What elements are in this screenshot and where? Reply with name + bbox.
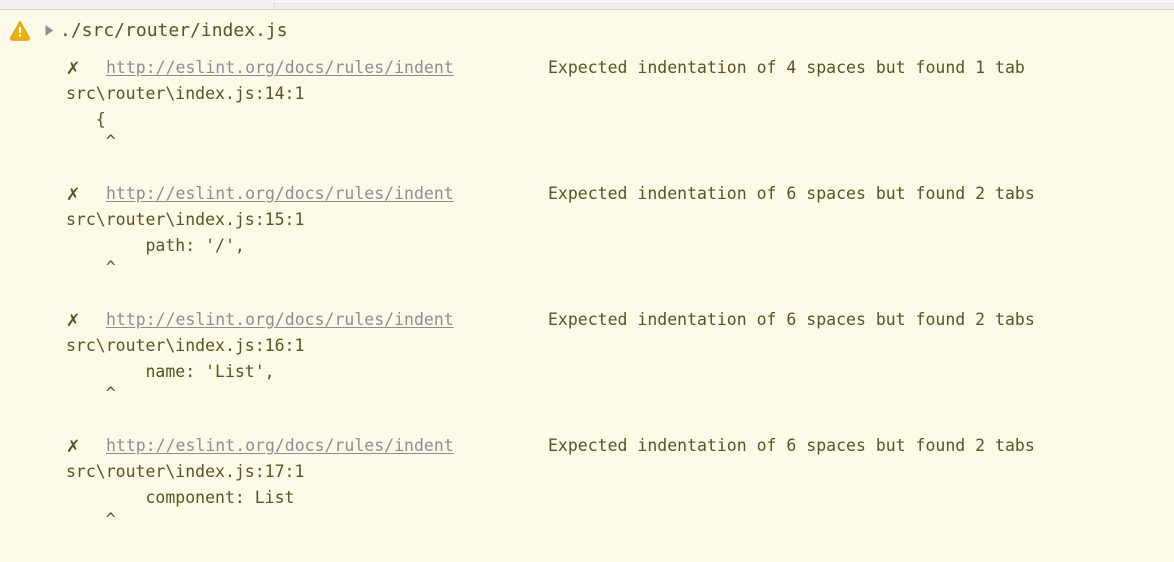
problem-location[interactable]: src\router\index.js:14:1 bbox=[66, 84, 304, 103]
problem-header: ✗ http://eslint.org/docs/rules/indent Ex… bbox=[0, 436, 1174, 462]
problem-source-line: name: 'List', bbox=[66, 362, 275, 381]
problem-caret-marker: ^ bbox=[66, 510, 116, 529]
warning-triangle-icon bbox=[10, 20, 30, 41]
rule-doc-link[interactable]: http://eslint.org/docs/rules/indent bbox=[106, 310, 454, 329]
problem-location[interactable]: src\router\index.js:15:1 bbox=[66, 210, 304, 229]
rule-doc-link[interactable]: http://eslint.org/docs/rules/indent bbox=[106, 436, 454, 455]
problem-location[interactable]: src\router\index.js:16:1 bbox=[66, 336, 304, 355]
problem-header: ✗ http://eslint.org/docs/rules/indent Ex… bbox=[0, 310, 1174, 336]
problem-caret-marker: ^ bbox=[66, 132, 116, 151]
problem-header: ✗ http://eslint.org/docs/rules/indent Ex… bbox=[0, 58, 1174, 84]
problem-list: ✗ http://eslint.org/docs/rules/indent Ex… bbox=[0, 58, 1174, 562]
problem-message: Expected indentation of 6 spaces but fou… bbox=[548, 310, 1035, 329]
problem-message: Expected indentation of 6 spaces but fou… bbox=[548, 184, 1035, 203]
problem-entry: ✗ http://eslint.org/docs/rules/indent Ex… bbox=[0, 310, 1174, 436]
error-cross-icon: ✗ bbox=[66, 185, 81, 205]
problem-caret-marker: ^ bbox=[66, 384, 116, 403]
problem-header: ✗ http://eslint.org/docs/rules/indent Ex… bbox=[0, 184, 1174, 210]
problem-message: Expected indentation of 6 spaces but fou… bbox=[548, 436, 1035, 455]
rule-doc-link[interactable]: http://eslint.org/docs/rules/indent bbox=[106, 58, 454, 77]
problem-source-line: path: '/', bbox=[66, 236, 245, 255]
error-cross-icon: ✗ bbox=[66, 437, 81, 457]
problem-location[interactable]: src\router\index.js:17:1 bbox=[66, 462, 304, 481]
problem-message: Expected indentation of 4 spaces but fou… bbox=[548, 58, 1025, 77]
file-path-label: ./src/router/index.js bbox=[60, 19, 288, 41]
problem-caret-marker: ^ bbox=[66, 258, 116, 277]
rule-doc-link[interactable]: http://eslint.org/docs/rules/indent bbox=[106, 184, 454, 203]
error-cross-icon: ✗ bbox=[66, 311, 81, 331]
problem-entry: ✗ http://eslint.org/docs/rules/indent Ex… bbox=[0, 436, 1174, 562]
problem-source-line: component: List bbox=[66, 488, 295, 507]
problem-entry: ✗ http://eslint.org/docs/rules/indent Ex… bbox=[0, 58, 1174, 184]
disclosure-triangle-collapsed-icon[interactable] bbox=[40, 24, 58, 37]
file-header-row[interactable]: ./src/router/index.js bbox=[0, 15, 288, 45]
window-chrome-panel bbox=[274, 1, 1174, 9]
error-cross-icon: ✗ bbox=[66, 59, 81, 79]
eslint-output-console: ./src/router/index.js ✗ http://eslint.or… bbox=[0, 10, 1174, 550]
window-chrome-strip bbox=[0, 0, 1174, 9]
problem-source-line: { bbox=[66, 110, 106, 129]
problem-entry: ✗ http://eslint.org/docs/rules/indent Ex… bbox=[0, 184, 1174, 310]
